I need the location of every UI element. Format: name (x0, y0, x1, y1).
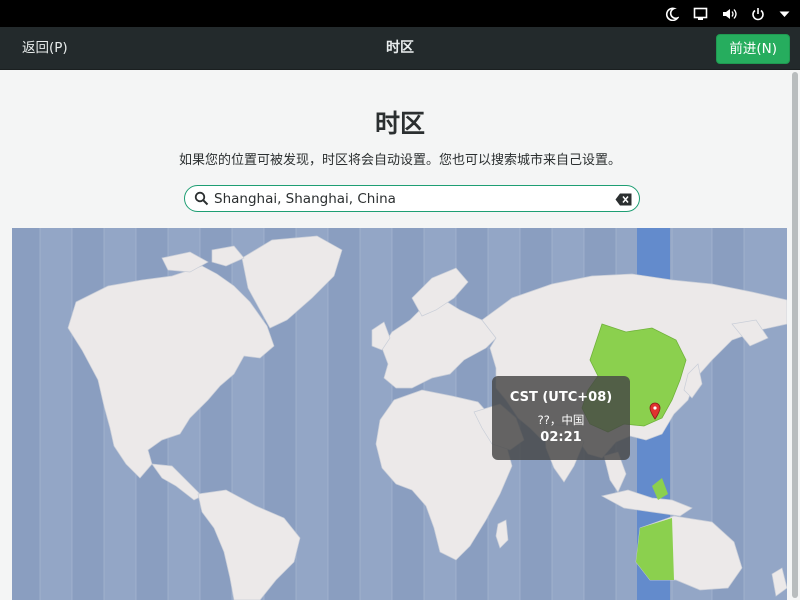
tooltip-location: ??，中国 (537, 413, 585, 427)
location-search[interactable] (184, 185, 640, 212)
system-top-bar (0, 0, 800, 27)
page-description: 如果您的位置可被发现，时区将会自动设置。您也可以搜索城市来自己设置。 (178, 153, 621, 168)
clear-icon[interactable] (615, 191, 632, 210)
location-pin-icon (649, 402, 661, 424)
volume-icon[interactable] (722, 7, 737, 21)
header-title: 时区 (386, 40, 414, 56)
next-button[interactable]: 前进(N) (716, 34, 790, 64)
power-icon[interactable] (751, 7, 765, 21)
content-scrollbar[interactable] (792, 72, 798, 598)
tooltip-zone: CST (UTC+08) (509, 390, 613, 405)
timezone-tooltip: CST (UTC+08) ??，中国 02:21 (492, 376, 630, 460)
page-title: 时区 (374, 109, 425, 138)
tooltip-time: 02:21 (540, 430, 582, 445)
timezone-map[interactable] (12, 228, 787, 600)
back-button[interactable]: 返回(P) (10, 33, 80, 63)
search-input[interactable] (214, 188, 604, 209)
system-tray (665, 0, 790, 27)
screen-icon[interactable] (693, 7, 708, 21)
search-icon (194, 191, 209, 210)
header-bar: 返回(P) 时区 前进(N) (0, 27, 800, 70)
menu-arrow-icon[interactable] (779, 10, 790, 18)
moon-icon[interactable] (665, 7, 679, 21)
